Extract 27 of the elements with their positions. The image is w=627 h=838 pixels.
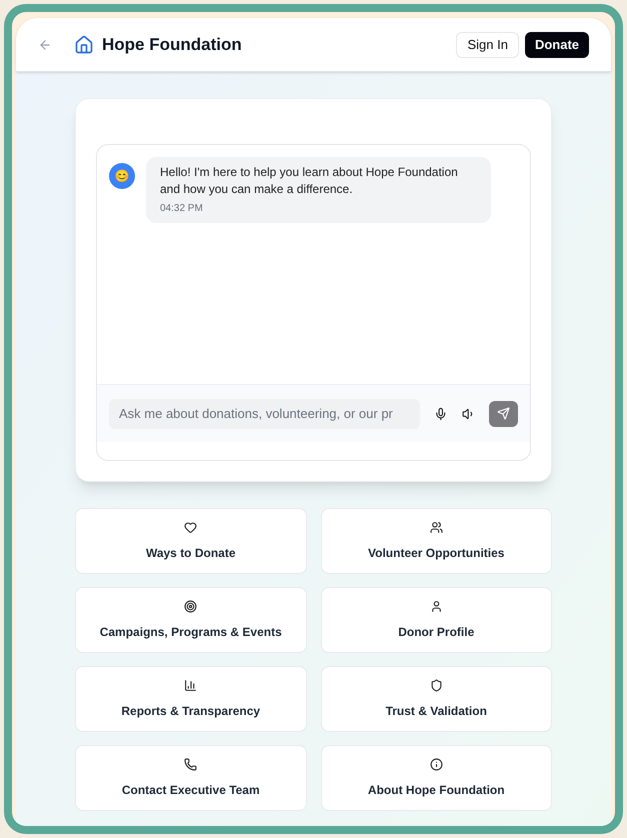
topic-card[interactable]: Contact Executive Team [75,745,306,811]
heart-icon [184,520,198,534]
shield-icon [430,678,443,692]
phone-icon [184,758,198,770]
topic-card[interactable]: Reports & Transparency [75,666,306,732]
send-button[interactable] [489,400,518,426]
message-text: Hello! I'm here to help you learn about Hope Foundation and how you can make a difference. [160,164,459,198]
app-title: Hope Foundation [102,34,242,56]
message-time: 04:32 PM [160,202,204,216]
bot-avatar: 😊 [109,163,135,189]
topic-card[interactable]: Volunteer Opportunities [320,508,552,574]
topic-card[interactable]: Trust & Validation [320,666,552,732]
topic-card[interactable]: About Hope Foundation [320,745,552,811]
topic-card[interactable]: Campaigns, Programs & Events [75,587,306,653]
bar-chart-icon [184,678,198,692]
sign-in-button[interactable]: Sign In [456,32,519,58]
donate-button[interactable]: Donate [524,32,589,58]
people-icon [430,520,443,534]
topic-card[interactable]: Donor Profile [320,587,552,653]
message-input[interactable]: Ask me about donations, volunteering, or our pr [109,398,420,428]
home-icon [74,34,94,54]
topic-card[interactable]: Ways to Donate [75,508,306,574]
microphone-icon[interactable] [434,406,448,420]
target-icon [184,600,198,612]
info-icon [430,758,443,770]
send-icon [497,407,510,420]
person-icon [430,600,443,612]
